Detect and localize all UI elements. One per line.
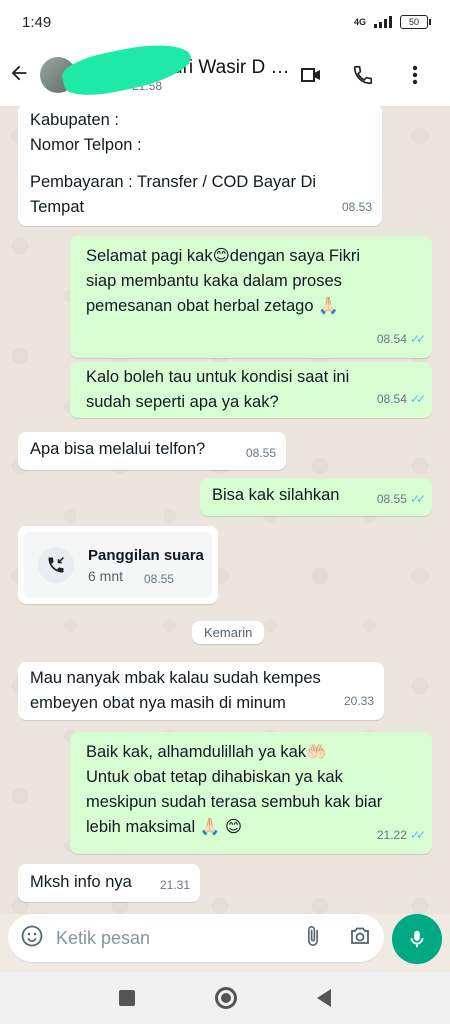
phone-icon[interactable] — [350, 62, 376, 88]
mic-icon — [410, 930, 424, 948]
message-time: 08.55 — [376, 492, 407, 506]
message-bubble-outgoing[interactable]: Baik kak, alhamdulillah ya kak🤲🏻 Untuk o… — [70, 732, 432, 854]
message-line: lebih maksimal 🙏🏻 😊 — [86, 818, 243, 836]
read-ticks-icon: ✓✓ — [409, 492, 426, 506]
message-line: pemesanan obat herbal zetago 🙏🏻 — [86, 297, 339, 315]
message-composer — [8, 914, 384, 962]
message-time: 20.33 — [343, 694, 374, 708]
message-line: Selamat pagi kak😊dengan saya Fikri — [86, 247, 361, 265]
message-time: 08.53 — [341, 200, 372, 214]
chat-area[interactable]: Kabupaten : Nomor Telpon : Pembayaran : … — [0, 106, 450, 914]
home-button[interactable] — [215, 987, 237, 1009]
message-line: Kabupaten : — [30, 111, 119, 129]
message-bubble-incoming[interactable]: Apa bisa melalui telfon? 08.55 — [18, 432, 286, 470]
message-line: Mau nanyak mbak kalau sudah kempes — [30, 669, 321, 687]
message-bubble-outgoing[interactable]: Bisa kak silahkan 08.55 ✓✓ — [200, 478, 432, 516]
message-line: meskipun sudah terasa sembuh kak biar — [86, 793, 383, 811]
network-indicator: 4G — [353, 16, 366, 27]
system-nav-bar — [0, 972, 450, 1024]
mic-button[interactable] — [392, 914, 442, 964]
date-divider: Kemarin — [192, 621, 265, 644]
read-ticks-icon: ✓✓ — [409, 392, 426, 406]
contact-info[interactable]: dri Wasir D 5 3... 21.58 — [59, 35, 298, 103]
message-line: Untuk obat tetap dihabiskan ya kak — [86, 768, 343, 786]
emoji-icon[interactable] — [20, 924, 44, 953]
message-bubble-incoming[interactable]: Kabupaten : Nomor Telpon : Pembayaran : … — [18, 106, 382, 226]
back-arrow-icon[interactable] — [8, 60, 38, 91]
chat-header: dri Wasir D 5 3... 21.58 — [0, 35, 450, 106]
input-bar — [0, 914, 450, 966]
message-line: Apa bisa melalui telfon? — [30, 440, 206, 458]
message-input[interactable] — [56, 927, 302, 949]
more-vert-icon[interactable] — [402, 62, 428, 88]
message-time: 21.31 — [159, 878, 190, 892]
video-call-icon[interactable] — [298, 62, 324, 88]
back-button[interactable] — [317, 989, 331, 1007]
message-time: 08.55 — [245, 446, 276, 460]
voice-call-card[interactable]: Panggilan suara 6 mnt 08.55 — [18, 526, 218, 604]
message-line: Kalo boleh tau untuk kondisi saat ini — [86, 368, 350, 386]
read-ticks-icon: ✓✓ — [409, 332, 426, 346]
status-bar: 1:49 4G 50 — [0, 0, 450, 44]
recents-button[interactable] — [119, 990, 135, 1006]
message-line: Baik kak, alhamdulillah ya kak🤲🏻 — [86, 743, 327, 761]
message-bubble-incoming[interactable]: Mksh info nya 21.31 — [18, 864, 200, 902]
message-time: 08.54 — [376, 332, 407, 346]
battery-level: 50 — [408, 17, 419, 27]
message-time: 21.22 — [376, 828, 407, 842]
message-bubble-outgoing[interactable]: Selamat pagi kak😊dengan saya Fikri siap … — [70, 236, 432, 358]
signal-icon — [374, 16, 392, 28]
message-bubble-incoming[interactable]: Mau nanyak mbak kalau sudah kempes embey… — [18, 662, 384, 720]
message-line: sudah seperti apa ya kak? — [86, 393, 279, 411]
message-time: 08.54 — [376, 392, 407, 406]
battery-icon: 50 — [400, 15, 431, 29]
read-ticks-icon: ✓✓ — [409, 828, 426, 842]
message-line: siap membantu kaka dalam proses — [86, 272, 342, 290]
status-time: 1:49 — [22, 13, 52, 31]
message-line: Pembayaran : Transfer / COD Bayar Di — [30, 173, 317, 191]
attach-icon[interactable] — [302, 924, 324, 953]
message-bubble-outgoing[interactable]: Kalo boleh tau untuk kondisi saat ini su… — [70, 362, 432, 418]
missed-call-icon — [38, 547, 74, 583]
camera-icon[interactable] — [348, 924, 372, 953]
message-line: embeyen obat nya masih di minum — [30, 694, 286, 712]
call-time: 08.55 — [144, 572, 175, 586]
message-line: Tempat — [30, 198, 85, 216]
call-title: Panggilan suara — [88, 546, 204, 564]
message-line: Nomor Telpon : — [30, 136, 142, 154]
